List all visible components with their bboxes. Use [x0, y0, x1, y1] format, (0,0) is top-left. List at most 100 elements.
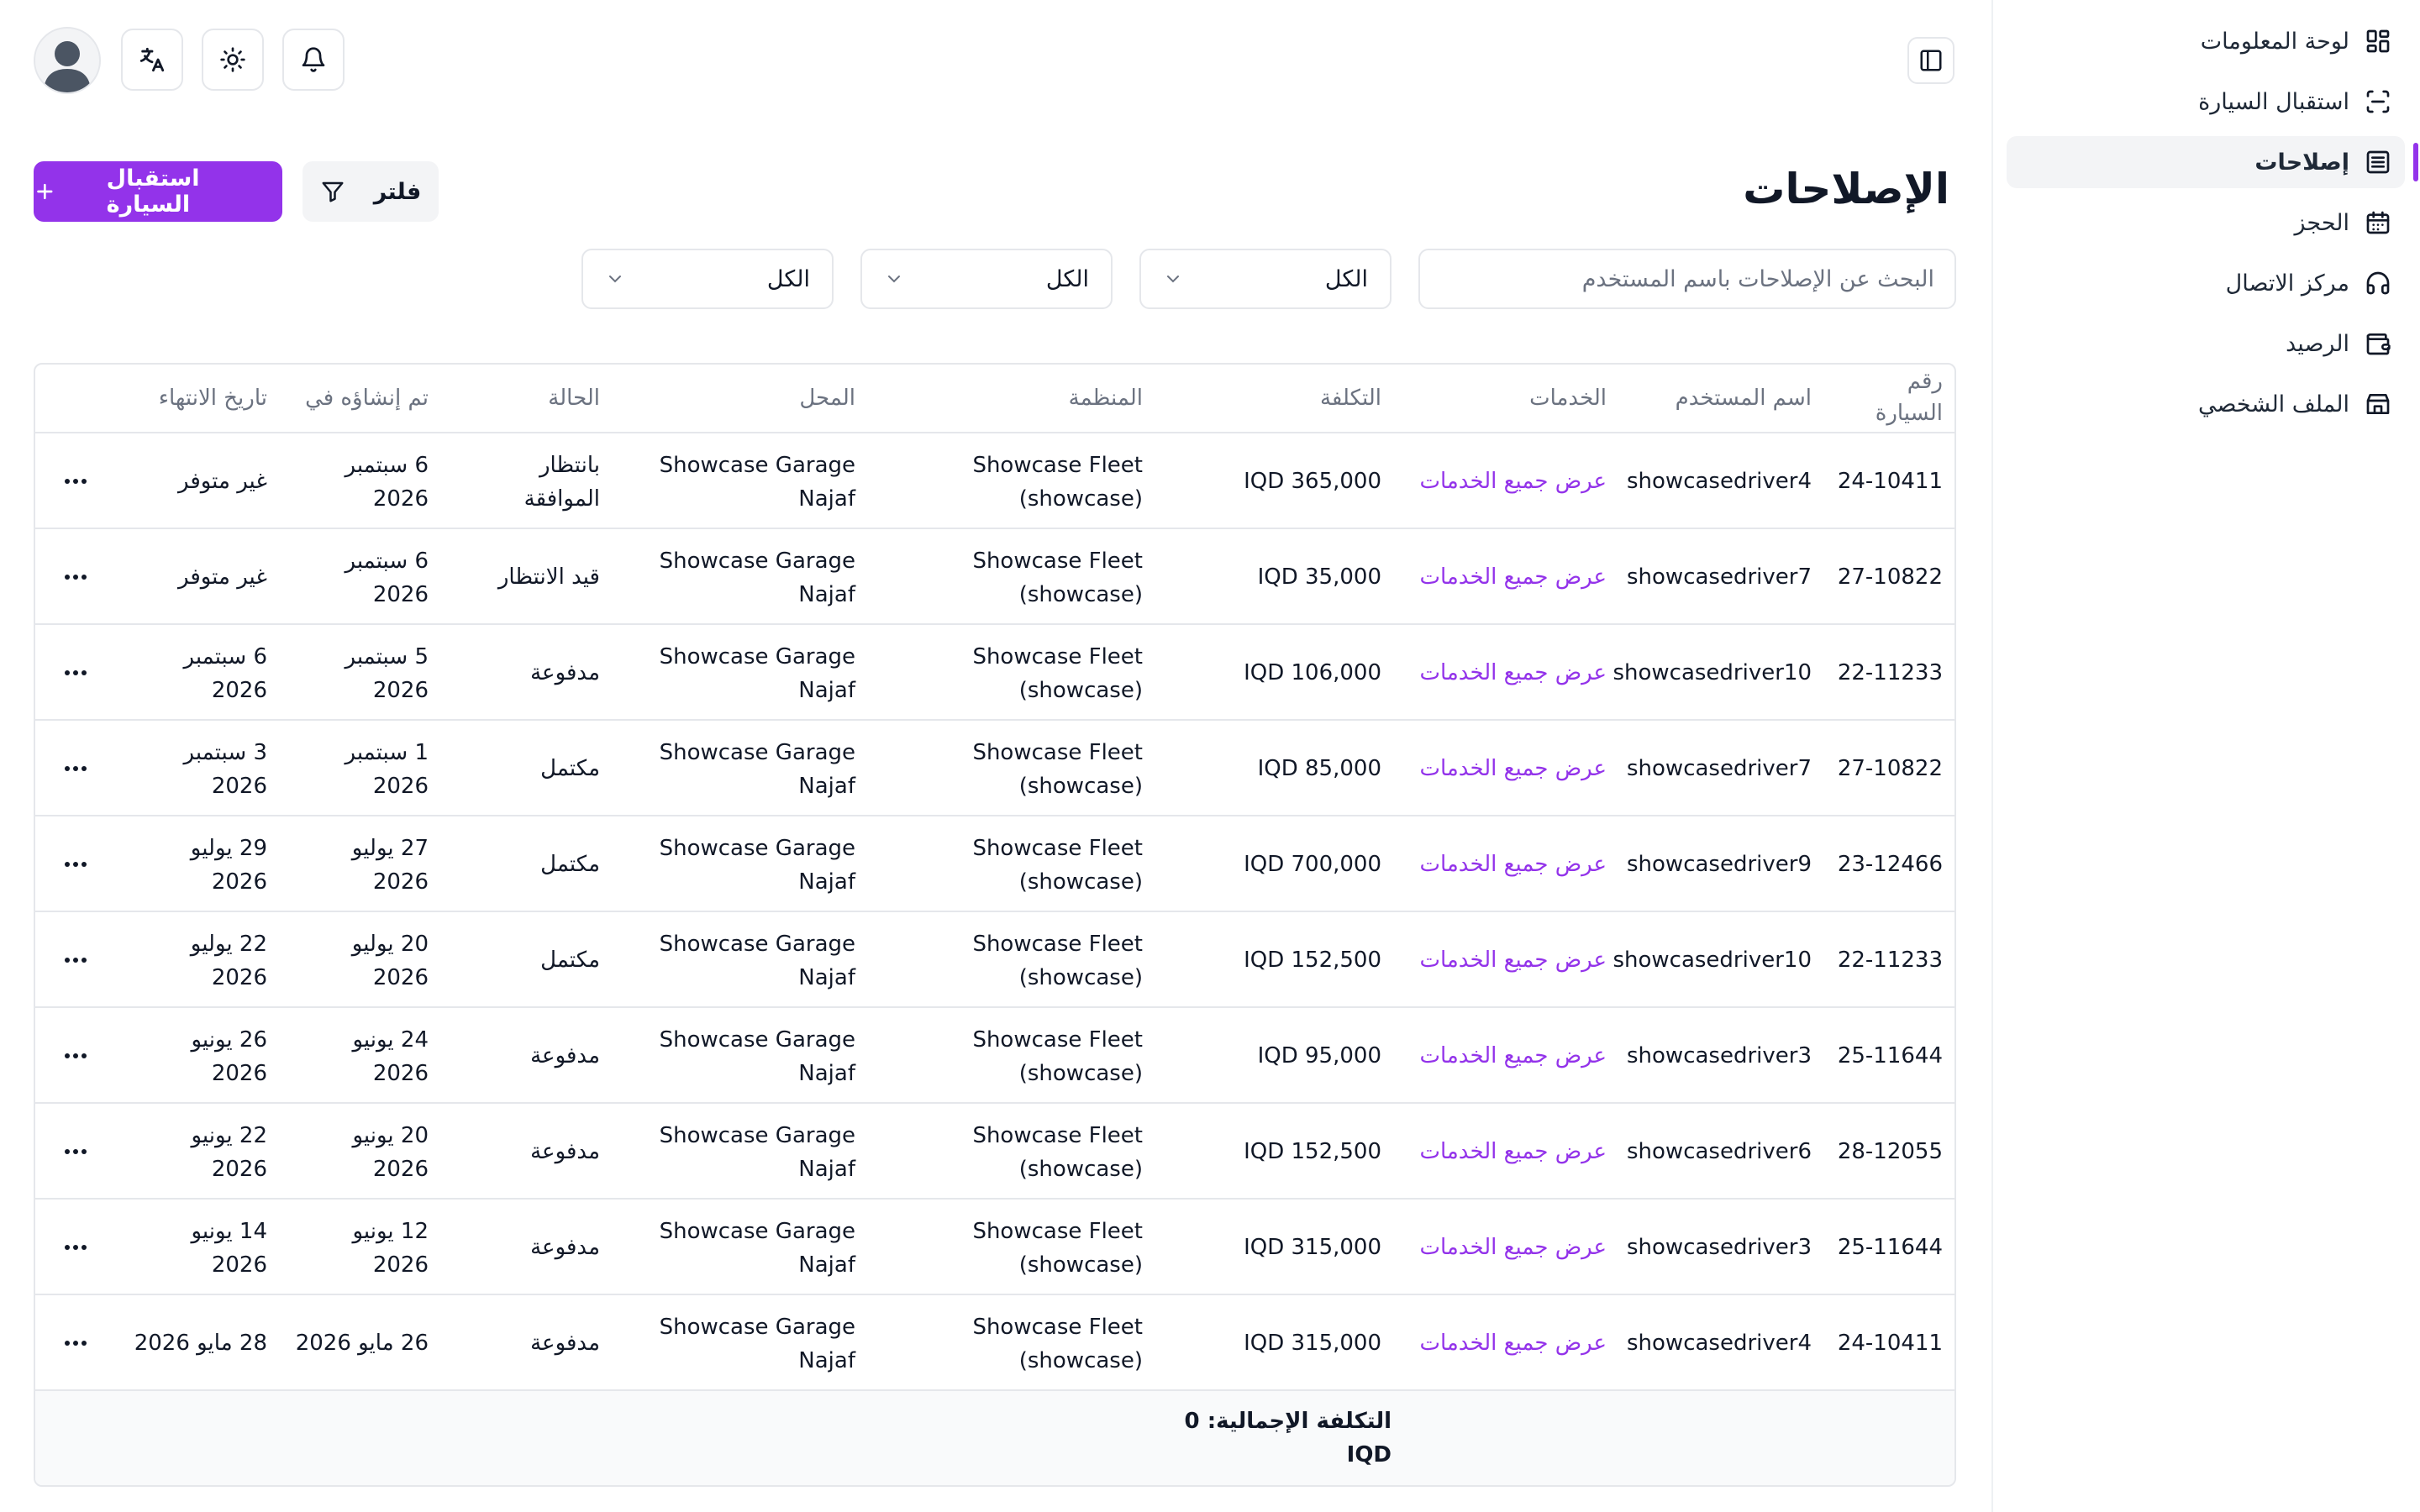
table-row: 22-11233 showcasedriver10 عرض جميع الخدمات…: [35, 912, 1954, 1008]
view-services-link[interactable]: عرض جميع الخدمات: [1419, 1326, 1607, 1360]
dot: [73, 766, 78, 771]
dot: [82, 958, 87, 963]
cell-username: showcasedriver7: [1627, 756, 1812, 781]
dot: [82, 479, 87, 484]
sidebar: لوحة المعلومات استقبال السيارة إصلاحات الحج…: [1991, 0, 2420, 1512]
cell-created-2: 2026: [372, 1157, 429, 1182]
table-header: رقم السيارة اسم المستخدم الخدمات التكلفة…: [35, 365, 1954, 433]
cell-organization-2: (showcase): [1018, 582, 1143, 607]
sidebar-item-1[interactable]: استقبال السيارة: [1991, 76, 2391, 128]
dot: [73, 958, 78, 963]
chevron-down-icon: [609, 276, 621, 283]
cell-username: showcasedriver7: [1627, 564, 1812, 590]
cell-car-number: 22-11233: [1837, 660, 1943, 685]
cell-car-number: 25-11644: [1837, 1043, 1943, 1068]
search-input[interactable]: [1418, 249, 1956, 309]
view-services-link[interactable]: عرض جميع الخدمات: [1419, 848, 1607, 881]
cell-ended-2: 2026: [211, 965, 267, 990]
sidebar-item-2[interactable]: إصلاحات: [2007, 136, 2418, 188]
cell-shop-2: Najaf: [798, 582, 855, 607]
cell-shop: Showcase Garage: [659, 1315, 855, 1340]
cell-ended-2: 2026: [211, 1252, 267, 1278]
row-actions-button[interactable]: [59, 560, 92, 594]
filter-button[interactable]: فلتر: [302, 161, 439, 222]
view-services-link[interactable]: عرض جميع الخدمات: [1419, 1135, 1607, 1168]
view-services-link[interactable]: عرض جميع الخدمات: [1419, 1231, 1607, 1264]
cell-cost: IQD 85,000: [1257, 756, 1381, 781]
view-services-link[interactable]: عرض جميع الخدمات: [1419, 943, 1607, 977]
view-services-link[interactable]: عرض جميع الخدمات: [1419, 656, 1607, 690]
cell-car-number: 28-12055: [1837, 1139, 1943, 1164]
dot: [82, 1245, 87, 1250]
cell-username: showcasedriver9: [1627, 852, 1812, 877]
receive-car-button[interactable]: استقبال السيارة: [34, 161, 282, 222]
filter-select-1[interactable]: الكل: [1139, 249, 1392, 309]
dot: [73, 1341, 78, 1346]
row-actions-button[interactable]: [59, 848, 92, 881]
calendar-icon: [2365, 209, 2391, 236]
row-actions-button[interactable]: [59, 943, 92, 977]
dot: [73, 670, 78, 675]
cell-organization: Showcase Fleet: [972, 644, 1143, 669]
sidebar-item-4[interactable]: مركز الاتصال: [1991, 257, 2391, 309]
view-services-link[interactable]: عرض جميع الخدمات: [1419, 1039, 1607, 1073]
header-ended: تاريخ الانتهاء: [158, 386, 267, 411]
row-actions-button[interactable]: [59, 752, 92, 785]
row-actions-button[interactable]: [59, 1326, 92, 1360]
cell-ended: غير متوفر: [177, 564, 267, 590]
filter-select-2[interactable]: الكل: [860, 249, 1113, 309]
theme-toggle-button[interactable]: [202, 29, 264, 91]
cell-organization-2: (showcase): [1018, 1061, 1143, 1086]
notifications-button[interactable]: [282, 29, 345, 91]
repairs-icon: [2365, 149, 2391, 176]
sidebar-item-6[interactable]: الملف الشخصي: [1991, 378, 2391, 430]
cell-ended: غير متوفر: [177, 469, 267, 494]
row-actions-button[interactable]: [59, 656, 92, 690]
cell-status: مكتمل: [540, 948, 600, 973]
language-button[interactable]: [121, 29, 183, 91]
scan-icon: [2365, 88, 2391, 115]
table-row: 25-11644 showcasedriver3 عرض جميع الخدمات I…: [35, 1200, 1954, 1295]
dot: [82, 862, 87, 867]
sun-icon: [220, 47, 245, 72]
dot: [65, 1053, 70, 1058]
table-row: 25-11644 showcasedriver3 عرض جميع الخدمات I…: [35, 1008, 1954, 1104]
cell-shop: Showcase Garage: [659, 932, 855, 957]
chevron-down-icon: [1167, 276, 1179, 283]
row-actions-button[interactable]: [59, 1231, 92, 1264]
cell-created: 27 يوليو: [351, 836, 429, 861]
dot: [73, 1149, 78, 1154]
cell-organization-2: (showcase): [1018, 1252, 1143, 1278]
dot: [65, 575, 70, 580]
cell-created: 24 يونيو: [352, 1027, 429, 1053]
sidebar-item-label: لوحة المعلومات: [2200, 28, 2349, 55]
row-actions-button[interactable]: [59, 1039, 92, 1073]
cell-status-2: الموافقة: [523, 486, 600, 512]
sidebar-item-label: الملف الشخصي: [2198, 391, 2349, 417]
plus-icon: [37, 183, 53, 200]
filter-label: فلتر: [373, 178, 422, 205]
view-services-link[interactable]: عرض جميع الخدمات: [1419, 752, 1607, 785]
sidebar-item-label: استقبال السيارة: [2198, 88, 2349, 115]
receive-car-label: استقبال السيارة: [106, 165, 200, 218]
filter-select-3[interactable]: الكل: [581, 249, 834, 309]
row-actions-button[interactable]: [59, 465, 92, 498]
select-value: الكل: [1324, 265, 1368, 292]
cell-car-number: 22-11233: [1837, 948, 1943, 973]
user-avatar[interactable]: [34, 27, 101, 94]
cell-username: showcasedriver3: [1627, 1235, 1812, 1260]
cell-organization: Showcase Fleet: [972, 1027, 1143, 1053]
sidebar-item-3[interactable]: الحجز: [1991, 197, 2391, 249]
view-services-link[interactable]: عرض جميع الخدمات: [1419, 560, 1607, 594]
sidebar-item-5[interactable]: الرصيد: [1991, 318, 2391, 370]
cell-shop: Showcase Garage: [659, 644, 855, 669]
sidebar-toggle-button[interactable]: [1907, 37, 1954, 84]
table-row: 27-10822 showcasedriver7 عرض جميع الخدمات I…: [35, 721, 1954, 816]
sidebar-item-0[interactable]: لوحة المعلومات: [1991, 15, 2391, 67]
cell-organization: Showcase Fleet: [972, 549, 1143, 574]
cell-organization: Showcase Fleet: [972, 740, 1143, 765]
store-icon: [2365, 391, 2391, 417]
row-actions-button[interactable]: [59, 1135, 92, 1168]
view-services-link[interactable]: عرض جميع الخدمات: [1419, 465, 1607, 498]
cell-ended-2: 2026: [211, 1061, 267, 1086]
